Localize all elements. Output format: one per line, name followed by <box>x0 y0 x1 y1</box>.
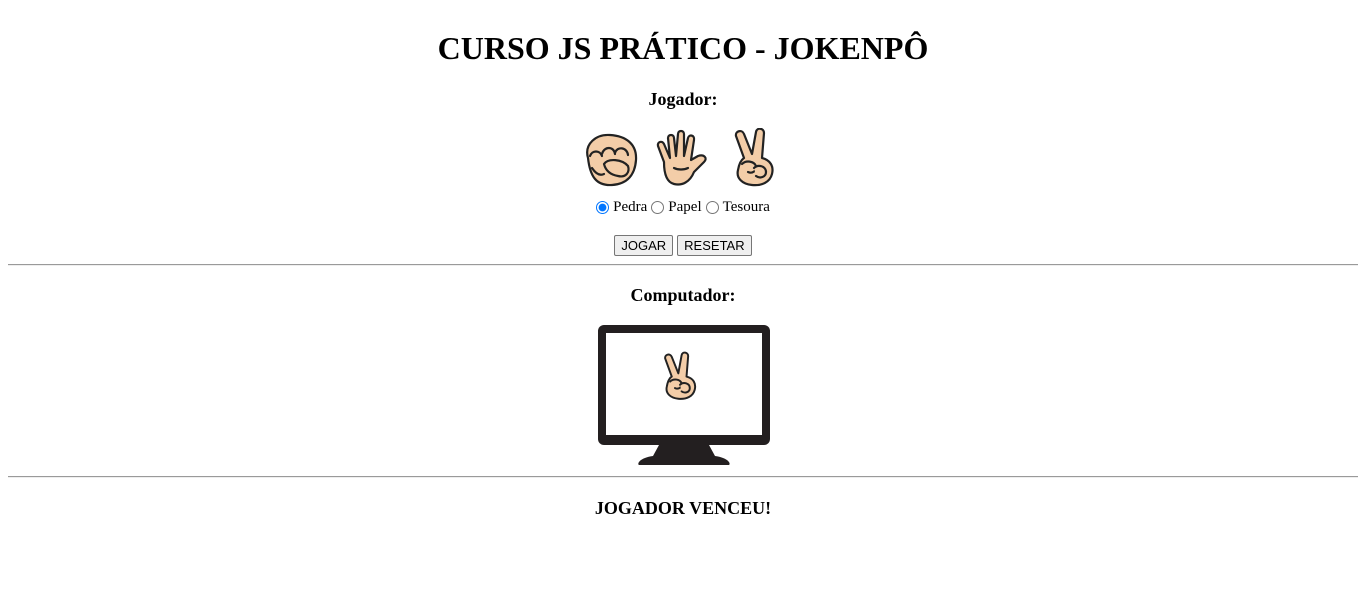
computer-label: Computador: <box>630 285 736 305</box>
option-pedra[interactable]: Pedra <box>596 197 647 217</box>
player-hands <box>0 128 1366 192</box>
player-label: Jogador: <box>648 89 718 109</box>
computer-monitor-icon <box>598 325 770 465</box>
page-title: CURSO JS PRÁTICO - JOKENPÔ <box>437 30 929 66</box>
divider <box>8 476 1358 478</box>
play-button[interactable]: JOGAR <box>614 235 674 256</box>
option-papel-label: Papel <box>668 199 702 215</box>
radio-tesoura[interactable] <box>705 200 719 214</box>
choice-radio-group: Pedra Papel Tesoura <box>0 197 1366 217</box>
option-tesoura[interactable]: Tesoura <box>705 197 770 217</box>
reset-button[interactable]: RESETAR <box>677 235 752 256</box>
paper-hand-icon <box>656 129 707 186</box>
radio-papel[interactable] <box>651 200 665 214</box>
rock-hand-icon <box>586 133 638 187</box>
action-buttons: JOGAR RESETAR <box>0 235 1366 256</box>
option-papel[interactable]: Papel <box>651 197 702 217</box>
option-pedra-label: Pedra <box>613 199 648 215</box>
scissors-hand-icon <box>734 128 774 187</box>
option-tesoura-label: Tesoura <box>722 199 770 215</box>
jokenpo-page: CURSO JS PRÁTICO - JOKENPÔ Jogador: Pedr… <box>0 0 1366 600</box>
radio-pedra[interactable] <box>596 200 610 214</box>
result-message: JOGADOR VENCEU! <box>594 498 772 518</box>
divider <box>8 264 1358 266</box>
